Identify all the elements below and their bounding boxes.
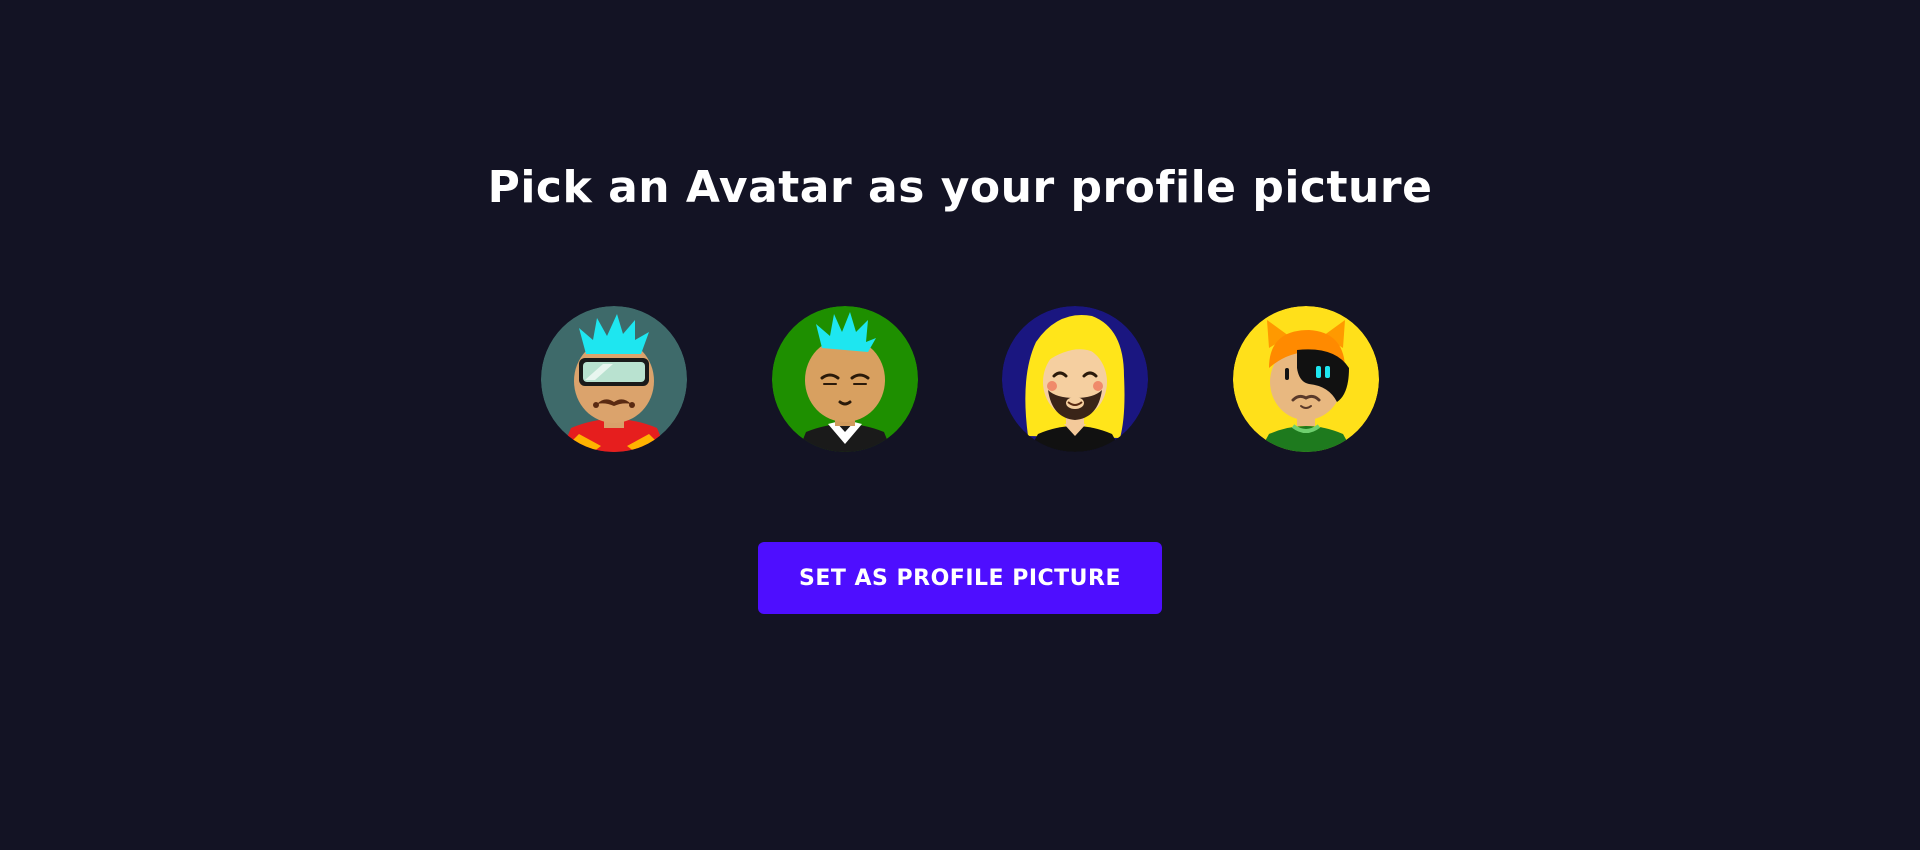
avatar-list bbox=[541, 306, 1379, 452]
avatar-option-2[interactable] bbox=[772, 306, 918, 452]
avatar-option-3[interactable] bbox=[1002, 306, 1148, 452]
page-title: Pick an Avatar as your profile picture bbox=[487, 162, 1433, 213]
set-profile-picture-button[interactable]: SET AS PROFILE PICTURE bbox=[758, 542, 1162, 614]
avatar-blonde-beard-icon bbox=[1002, 306, 1148, 452]
avatar-cyan-hair-goggles-icon bbox=[541, 306, 687, 452]
avatar-cyan-hair-suit-icon bbox=[772, 306, 918, 452]
avatar-orange-hair-cat-ears-icon bbox=[1233, 306, 1379, 452]
avatar-option-4[interactable] bbox=[1233, 306, 1379, 452]
avatar-option-1[interactable] bbox=[541, 306, 687, 452]
avatar-picker-page: Pick an Avatar as your profile picture S… bbox=[0, 0, 1920, 850]
